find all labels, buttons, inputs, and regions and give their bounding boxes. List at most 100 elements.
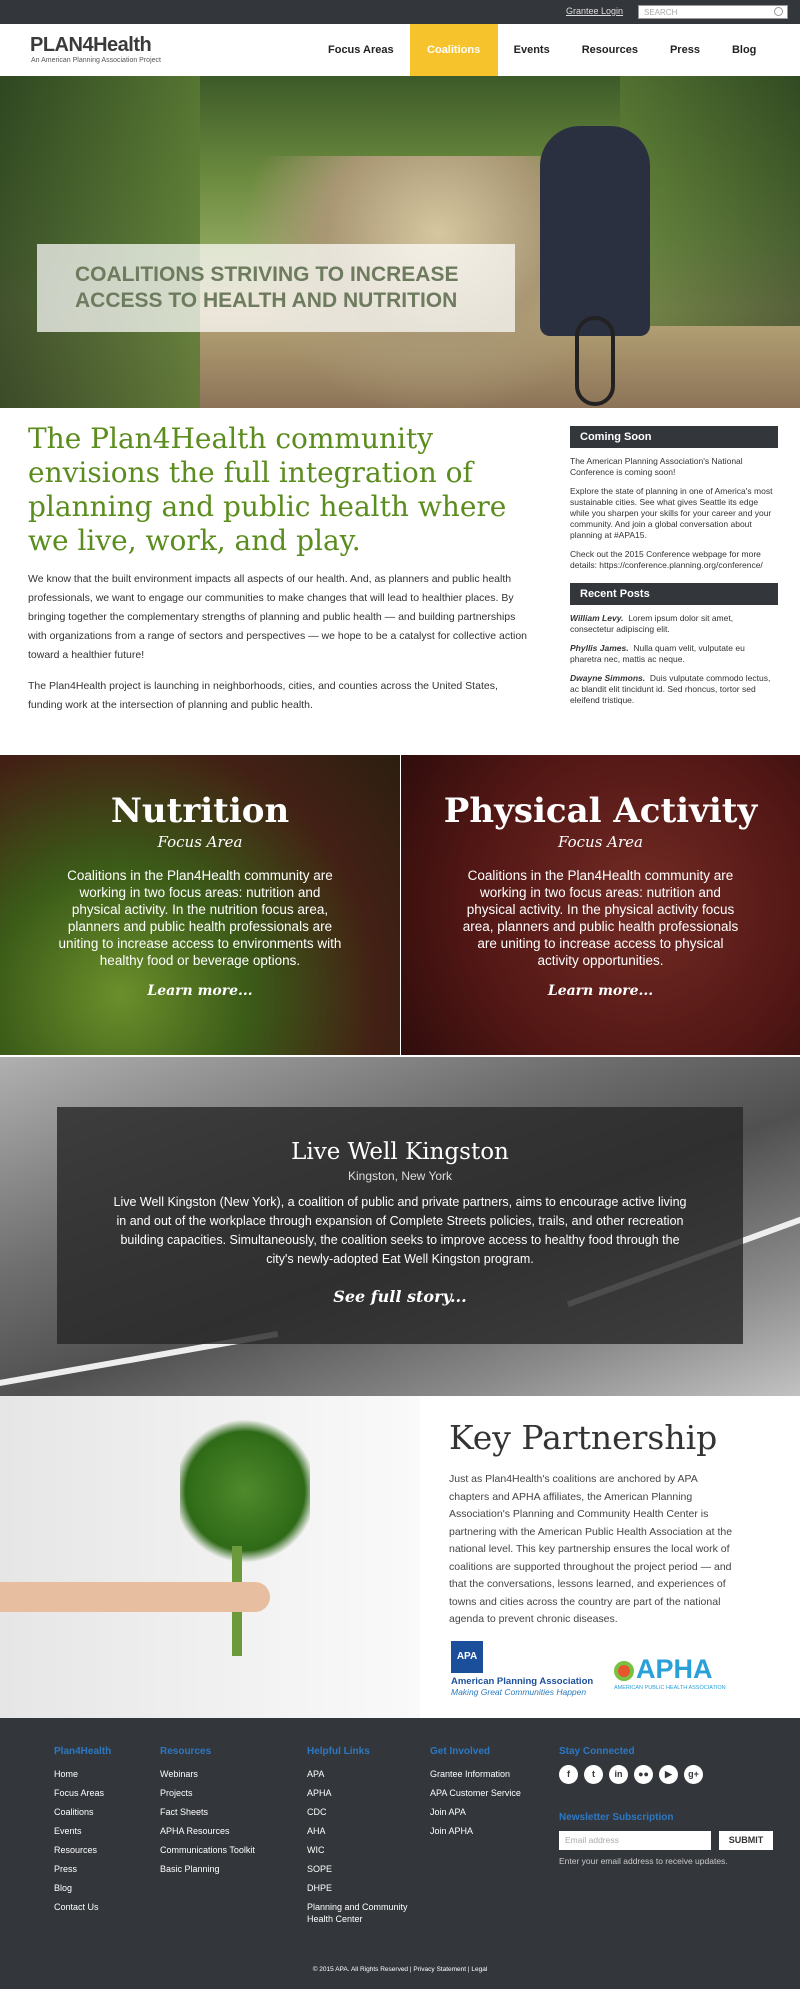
post-author: Phyllis James. xyxy=(570,643,629,653)
footer-link[interactable]: Planning and Community Health Center xyxy=(307,1901,417,1925)
parsley-leaves xyxy=(180,1416,310,1566)
intro-section: The Plan4Health community envisions the … xyxy=(28,422,528,715)
coming-soon-text-3[interactable]: Check out the 2015 Conference webpage fo… xyxy=(570,549,778,571)
footer-col-resources: Resources Webinars Projects Fact Sheets … xyxy=(160,1746,255,1879)
physical-activity-text: Coalitions in the Plan4Health community … xyxy=(462,868,739,968)
nav-focus-areas[interactable]: Focus Areas xyxy=(312,24,410,76)
footer-col-heading: Resources xyxy=(160,1746,212,1757)
search-input[interactable]: SEARCH xyxy=(638,5,788,19)
newsletter-email-input[interactable]: Email address xyxy=(559,1831,711,1850)
footer-link[interactable]: APHA Resources xyxy=(160,1822,255,1841)
footer-link[interactable]: WIC xyxy=(307,1841,417,1860)
copyright-line[interactable]: © 2015 APA. All Rights Reserved | Privac… xyxy=(0,1966,800,1973)
apha-logo-text: APHA xyxy=(636,1654,713,1684)
footer-link[interactable]: SOPE xyxy=(307,1860,417,1879)
key-partnership-text: Just as Plan4Health's coalitions are anc… xyxy=(449,1473,733,1625)
hero-caption: COALITIONS STRIVING TO INCREASE ACCESS T… xyxy=(75,262,458,314)
footer-link[interactable]: Projects xyxy=(160,1784,255,1803)
physical-activity-learn-more-link[interactable]: Learn more... xyxy=(401,983,800,999)
recent-posts-heading: Recent Posts xyxy=(570,583,778,605)
see-full-story-link[interactable]: See full story... xyxy=(57,1287,743,1306)
coming-soon-text-1: The American Planning Association's Nati… xyxy=(570,456,743,477)
intro-heading: The Plan4Health community envisions the … xyxy=(28,422,507,557)
footer-col-heading: Helpful Links xyxy=(307,1746,370,1757)
intro-paragraph-2: The Plan4Health project is launching in … xyxy=(28,680,498,711)
newsletter-submit-button[interactable]: SUBMIT xyxy=(719,1831,773,1850)
nutrition-focus-panel[interactable]: Nutrition Focus Area Coalitions in the P… xyxy=(0,755,400,1055)
footer-link[interactable]: APA xyxy=(307,1765,417,1784)
story-text: Live Well Kingston (New York), a coaliti… xyxy=(113,1195,687,1266)
facebook-icon[interactable]: f xyxy=(559,1765,578,1784)
intro-paragraph-1: We know that the built environment impac… xyxy=(28,573,528,661)
twitter-icon[interactable]: t xyxy=(584,1765,603,1784)
footer-col-get-involved: Get Involved Grantee Information APA Cus… xyxy=(430,1746,521,1841)
footer-link[interactable]: CDC xyxy=(307,1803,417,1822)
footer-link[interactable]: Coalitions xyxy=(54,1803,111,1822)
footer-link[interactable]: Blog xyxy=(54,1879,111,1898)
nav-resources[interactable]: Resources xyxy=(566,24,654,76)
coming-soon-heading: Coming Soon xyxy=(570,426,778,448)
search-placeholder: SEARCH xyxy=(644,8,678,17)
recent-post[interactable]: William Levy. Lorem ipsum dolor sit amet… xyxy=(570,613,778,635)
footer-link[interactable]: Join APHA xyxy=(430,1822,521,1841)
nutrition-learn-more-link[interactable]: Learn more... xyxy=(0,983,400,999)
footer-link[interactable]: DHPE xyxy=(307,1879,417,1898)
grantee-login-link[interactable]: Grantee Login xyxy=(566,6,623,16)
footer-link[interactable]: Contact Us xyxy=(54,1898,111,1917)
flickr-icon[interactable]: ●● xyxy=(634,1765,653,1784)
outstretched-arm xyxy=(0,1582,270,1612)
partnership-image xyxy=(0,1396,420,1718)
recent-post[interactable]: Dwayne Simmons. Duis vulputate commodo l… xyxy=(570,673,778,706)
footer-col-heading: Plan4Health xyxy=(54,1746,112,1757)
key-partnership-title: Key Partnership xyxy=(449,1418,718,1457)
key-partnership-section: Key Partnership Just as Plan4Health's co… xyxy=(0,1396,800,1718)
apha-globe-icon xyxy=(614,1660,634,1681)
physical-activity-subtitle: Focus Area xyxy=(558,833,643,851)
footer-link[interactable]: APA Customer Service xyxy=(430,1784,521,1803)
youtube-icon[interactable]: ▶ xyxy=(659,1765,678,1784)
search-icon[interactable] xyxy=(774,7,783,16)
footer-link[interactable]: Press xyxy=(54,1860,111,1879)
post-author: William Levy. xyxy=(570,613,624,623)
site-footer: Plan4Health Home Focus Areas Coalitions … xyxy=(0,1718,800,1989)
apha-logo-subtext: AMERICAN PUBLIC HEALTH ASSOCIATION xyxy=(614,1685,726,1691)
apa-logo-name: American Planning Association xyxy=(451,1676,594,1687)
google-plus-icon[interactable]: g+ xyxy=(684,1765,703,1784)
email-placeholder: Email address xyxy=(565,1835,619,1845)
apa-logo[interactable]: APA American Planning Association Making… xyxy=(451,1641,593,1697)
nav-press[interactable]: Press xyxy=(654,24,716,76)
footer-link[interactable]: Webinars xyxy=(160,1765,255,1784)
site-header: PLAN4Health An American Planning Associa… xyxy=(0,24,800,76)
physical-activity-title: Physical Activity xyxy=(443,791,758,831)
hero-banner: COALITIONS STRIVING TO INCREASE ACCESS T… xyxy=(0,76,800,408)
apha-logo[interactable]: APHA AMERICAN PUBLIC HEALTH ASSOCIATION xyxy=(614,1654,726,1691)
cyclist-figure xyxy=(540,126,650,336)
footer-link[interactable]: APHA xyxy=(307,1784,417,1803)
footer-link[interactable]: Resources xyxy=(54,1841,111,1860)
footer-link[interactable]: AHA xyxy=(307,1822,417,1841)
recent-post[interactable]: Phyllis James. Nulla quam velit, vulputa… xyxy=(570,643,778,665)
footer-link[interactable]: Basic Planning xyxy=(160,1860,255,1879)
nav-events[interactable]: Events xyxy=(498,24,566,76)
newsletter-form: Email address SUBMIT Enter your email ad… xyxy=(559,1831,789,1871)
footer-link[interactable]: Focus Areas xyxy=(54,1784,111,1803)
logo[interactable]: PLAN4Health xyxy=(30,34,152,57)
footer-link[interactable]: Fact Sheets xyxy=(160,1803,255,1822)
nutrition-title: Nutrition xyxy=(110,791,290,831)
main-nav: Focus Areas Coalitions Events Resources … xyxy=(312,24,772,76)
linkedin-icon[interactable]: in xyxy=(609,1765,628,1784)
nav-blog[interactable]: Blog xyxy=(716,24,772,76)
physical-activity-focus-panel[interactable]: Physical Activity Focus Area Coalitions … xyxy=(401,755,800,1055)
footer-link[interactable]: Home xyxy=(54,1765,111,1784)
hero-trees-left xyxy=(0,76,200,408)
logo-tagline: An American Planning Association Project xyxy=(31,57,161,64)
footer-link[interactable]: Grantee Information xyxy=(430,1765,521,1784)
newsletter-help-text: Enter your email address to receive upda… xyxy=(559,1856,728,1866)
footer-col-plan4health: Plan4Health Home Focus Areas Coalitions … xyxy=(54,1746,111,1917)
nav-coalitions[interactable]: Coalitions xyxy=(409,24,498,76)
footer-link[interactable]: Join APA xyxy=(430,1803,521,1822)
nutrition-text: Coalitions in the Plan4Health community … xyxy=(58,868,342,968)
sidebar: Coming Soon The American Planning Associ… xyxy=(570,426,778,706)
footer-link[interactable]: Communications Toolkit xyxy=(160,1841,255,1860)
footer-link[interactable]: Events xyxy=(54,1822,111,1841)
